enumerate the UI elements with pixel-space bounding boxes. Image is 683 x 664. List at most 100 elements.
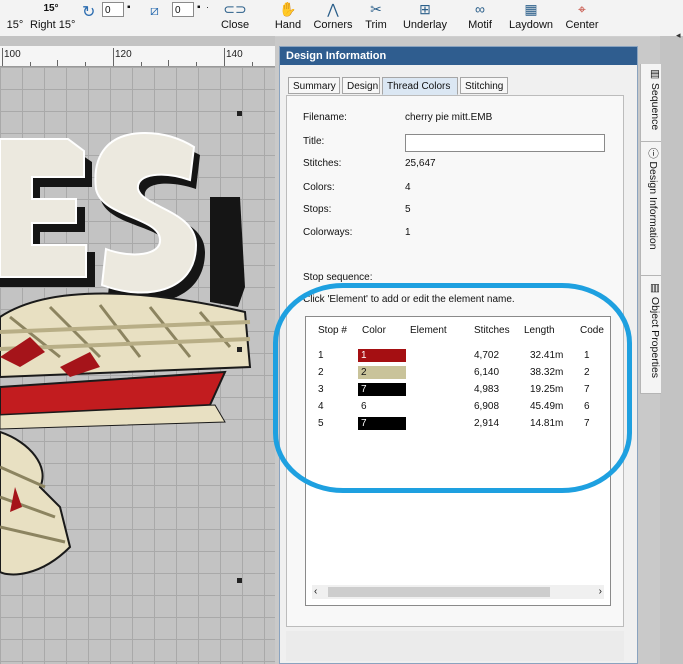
stepper-dot-icon: ▪ (197, 2, 201, 13)
scroll-right-icon[interactable]: › (599, 585, 602, 599)
properties-icon: ▥ (649, 282, 661, 297)
corners-button[interactable]: ⋀ Corners (311, 0, 355, 36)
row-stitches: 4,983 (474, 384, 500, 395)
column-header-color[interactable]: Color (362, 325, 386, 336)
side-tab-strip: ▤ Sequence ⓘ Design Information ▥ Object… (640, 64, 661, 394)
grid-marker (237, 578, 242, 583)
rotate-right-15-button[interactable]: 15° Right 15° (30, 0, 75, 36)
color-swatch: 7 (358, 383, 406, 396)
ruler-tick (85, 62, 86, 66)
underlay-icon: ⊞ (419, 1, 431, 17)
stepper-dot-icon: ▪ (127, 2, 131, 13)
motif-button[interactable]: ∞ Motif (462, 0, 498, 36)
underlay-button[interactable]: ⊞ Underlay (399, 0, 451, 36)
close-shape-icon: ⊂⊃ (223, 1, 247, 17)
column-header-stitches[interactable]: Stitches (474, 325, 510, 336)
color-swatch: 6 (358, 400, 406, 413)
row-stop: 5 (318, 418, 324, 429)
panel-title: Design Information (280, 47, 637, 65)
pie-crust-artwork (0, 292, 252, 576)
tab-stitching[interactable]: Stitching (460, 77, 508, 94)
tab-summary[interactable]: Summary (288, 77, 340, 94)
scrollbar-thumb[interactable] (328, 587, 550, 597)
grid-marker (237, 347, 242, 352)
slant-icon: ⧄ (150, 2, 159, 18)
trim-button[interactable]: ✂ Trim (362, 0, 390, 36)
row-code: 2 (584, 367, 590, 378)
ruler-tick (252, 62, 253, 66)
row-stitches: 6,908 (474, 401, 500, 412)
ruler-tick (30, 62, 31, 66)
panel-footer (286, 631, 624, 661)
horizontal-ruler[interactable]: 100 120 140 (0, 46, 275, 67)
info-icon: ⓘ (647, 148, 659, 162)
rotate-icon (2, 0, 28, 18)
close-shape-button[interactable]: ⊂⊃ Close (218, 0, 252, 36)
panel-pin-icon[interactable]: ◂ (676, 30, 681, 41)
stop-sequence-table[interactable]: Stop # Color Element Stitches Length Cod… (305, 316, 611, 606)
rotate-controls: ↻ 0 ▪ (82, 2, 142, 32)
center-icon: ⌖ (578, 1, 586, 17)
side-tab-object-properties[interactable]: ▥ Object Properties (641, 278, 661, 394)
tab-design[interactable]: Design (342, 77, 380, 94)
colors-value: 4 (405, 182, 411, 193)
center-button[interactable]: ⌖ Center (563, 0, 601, 36)
corners-icon: ⋀ (327, 1, 339, 17)
design-information-panel: Design Information Summary Design Thread… (279, 46, 638, 664)
side-tab-sequence[interactable]: ▤ Sequence (641, 64, 661, 142)
column-header-element[interactable]: Element (410, 325, 447, 336)
thread-colors-content: Filename: cherry pie mitt.EMB Title: Sti… (286, 95, 624, 627)
ruler-tick (224, 48, 225, 66)
row-stop: 1 (318, 350, 324, 361)
row-code: 6 (584, 401, 590, 412)
row-length: 38.32m (530, 367, 564, 378)
column-header-stop[interactable]: Stop # (318, 325, 347, 336)
design-canvas[interactable] (0, 67, 275, 664)
scissors-icon: ✂ (370, 1, 382, 17)
row-stop: 2 (318, 367, 324, 378)
ruler-tick (168, 60, 169, 66)
hand-icon: ✋ (279, 1, 297, 17)
colorways-value: 1 (405, 227, 411, 238)
slant-angle-spinner[interactable]: 0 (172, 2, 194, 17)
letters-es-artwork (0, 131, 245, 307)
stitches-label: Stitches: (303, 158, 342, 169)
table-horizontal-scrollbar[interactable]: ‹ › (312, 585, 604, 599)
row-code: 7 (584, 384, 590, 395)
laydown-icon: ▦ (524, 1, 538, 17)
ruler-tick (196, 62, 197, 66)
ruler-tick (113, 48, 114, 66)
stops-label: Stops: (303, 204, 332, 215)
column-header-code[interactable]: Code (580, 325, 604, 336)
stops-value: 5 (405, 204, 411, 215)
toolbar: 15° 15° Right 15° ↻ 0 ▪ ⧄ 0 ▪ ⊂⊃ Close ✋… (0, 0, 683, 37)
rotate-left-15-button[interactable]: 15° (2, 0, 28, 36)
stop-sequence-label: Stop sequence: (303, 272, 373, 283)
title-label: Title: (303, 136, 325, 147)
hand-button[interactable]: ✋ Hand (270, 0, 306, 36)
tab-thread-colors[interactable]: Thread Colors (382, 77, 458, 95)
toolbar-separator-icon: · (206, 2, 209, 12)
row-stitches: 2,914 (474, 418, 500, 429)
right-gutter (660, 36, 683, 664)
row-code: 7 (584, 418, 590, 429)
canvas-top-strip (0, 36, 275, 46)
ruler-tick (141, 62, 142, 66)
slant-controls: ⧄ 0 ▪ (150, 2, 210, 32)
row-length: 14.81m (530, 418, 564, 429)
sequence-icon: ▤ (649, 68, 661, 83)
column-header-length[interactable]: Length (524, 325, 555, 336)
stitches-value: 25,647 (405, 158, 436, 169)
laydown-button[interactable]: ▦ Laydown (506, 0, 556, 36)
side-tab-design-information[interactable]: ⓘ Design Information (641, 144, 661, 276)
filename-value: cherry pie mitt.EMB (405, 112, 493, 123)
color-swatch: 1 (358, 349, 406, 362)
row-stitches: 6,140 (474, 367, 500, 378)
grid-marker (237, 111, 242, 116)
color-swatch: 2 (358, 366, 406, 379)
title-input[interactable] (405, 134, 605, 152)
ruler-label: 140 (226, 49, 243, 60)
rotate-angle-spinner[interactable]: 0 (102, 2, 124, 17)
color-swatch: 7 (358, 417, 406, 430)
scroll-left-icon[interactable]: ‹ (314, 585, 317, 599)
